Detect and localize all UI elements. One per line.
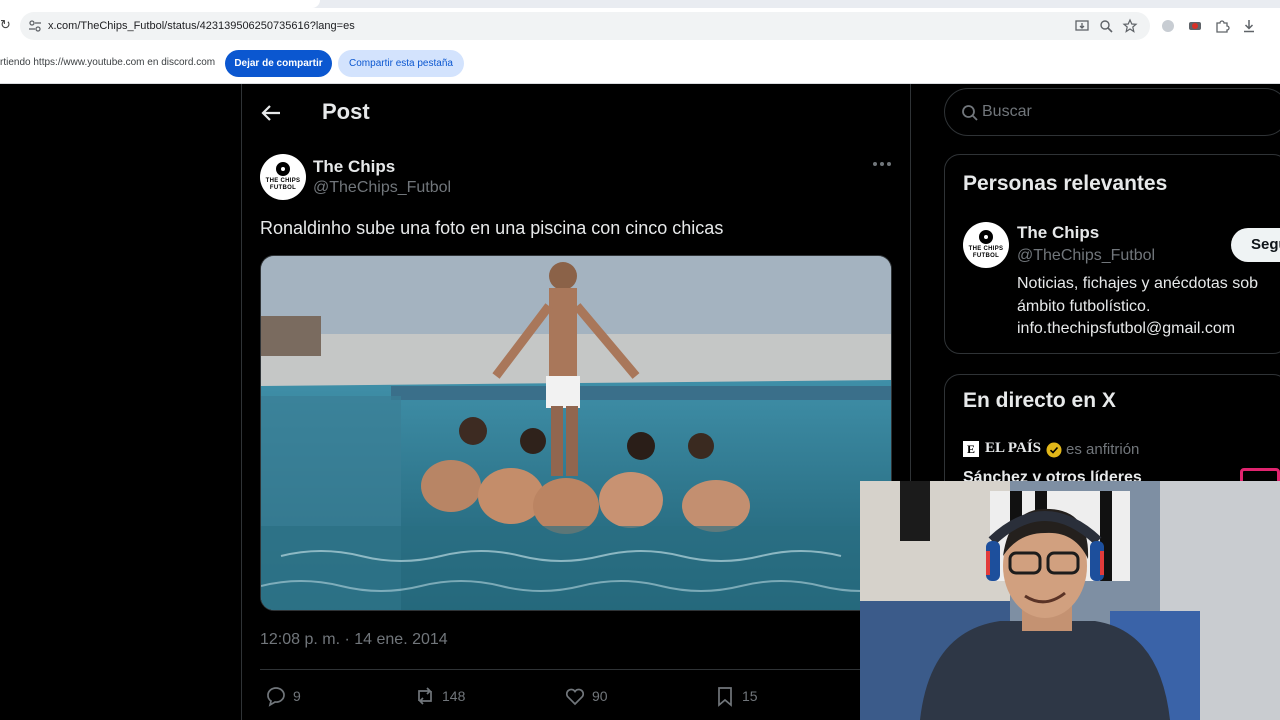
active-tab[interactable] bbox=[0, 0, 320, 8]
url-text[interactable]: x.com/TheChips_Futbol/status/42313950625… bbox=[48, 19, 355, 33]
search-box[interactable]: Buscar bbox=[944, 88, 1280, 136]
host-name[interactable]: EL PAÍS bbox=[985, 440, 1041, 457]
verified-badge-icon bbox=[1046, 442, 1062, 458]
reply-button[interactable]: 9 bbox=[265, 684, 301, 708]
host-role: es anfitrión bbox=[1066, 441, 1140, 458]
follow-button[interactable]: Segu bbox=[1231, 228, 1280, 262]
tab-strip bbox=[0, 0, 1280, 8]
column-border-left bbox=[241, 84, 242, 720]
search-input[interactable]: Buscar bbox=[982, 103, 1032, 121]
reload-icon[interactable]: ↻ bbox=[0, 18, 14, 32]
avatar-logo-text: THE CHIPS FUTBOL bbox=[265, 178, 301, 191]
record-icon[interactable] bbox=[1187, 18, 1203, 34]
download-icon[interactable] bbox=[1241, 18, 1257, 34]
bookmark-count: 15 bbox=[742, 688, 758, 704]
share-status-text: rtiendo https://www.youtube.com en disco… bbox=[0, 57, 216, 68]
webcam-overlay bbox=[860, 481, 1280, 720]
repost-count: 148 bbox=[442, 688, 466, 704]
share-this-tab-button[interactable]: Compartir esta pestaña bbox=[338, 50, 464, 77]
avatar-logo-text: THE CHIPS FUTBOL bbox=[968, 246, 1004, 259]
soccer-ball-icon bbox=[276, 162, 290, 176]
address-bar: ↻ x.com/TheChips_Futbol/status/423139506… bbox=[0, 8, 1280, 44]
relevant-bio: Noticias, fichajes y anécdotas sob ámbit… bbox=[1017, 275, 1259, 337]
zoom-icon[interactable] bbox=[1098, 18, 1114, 34]
pool-photo-image bbox=[261, 256, 891, 610]
divider bbox=[260, 669, 892, 670]
extension-icon[interactable] bbox=[1160, 18, 1176, 34]
post-text: Ronaldinho sube una foto en una piscina … bbox=[260, 218, 724, 238]
more-options-icon[interactable] bbox=[872, 160, 892, 168]
el-pais-logo-icon: E bbox=[963, 441, 979, 457]
relevant-name[interactable]: The Chips bbox=[1017, 223, 1099, 243]
webcam-video-image bbox=[860, 481, 1280, 720]
back-arrow-icon[interactable] bbox=[260, 102, 282, 124]
relevant-handle[interactable]: @TheChips_Futbol bbox=[1017, 247, 1155, 265]
relevant-people-title: Personas relevantes bbox=[963, 172, 1168, 195]
author-name[interactable]: The Chips bbox=[313, 157, 395, 177]
stop-sharing-button[interactable]: Dejar de compartir bbox=[225, 50, 332, 77]
page-title: Post bbox=[322, 99, 370, 124]
like-count: 90 bbox=[592, 688, 608, 704]
relevant-people-card: Personas relevantes THE CHIPS FUTBOL The… bbox=[944, 154, 1280, 354]
post-timestamp[interactable]: 12:08 p. m. · 14 ene. 2014 bbox=[260, 631, 448, 649]
bookmark-star-icon[interactable] bbox=[1122, 18, 1138, 34]
heart-icon bbox=[565, 688, 585, 706]
omnibox[interactable]: x.com/TheChips_Futbol/status/42313950625… bbox=[20, 12, 1150, 40]
repost-button[interactable]: 148 bbox=[414, 684, 465, 708]
repost-icon bbox=[418, 687, 432, 705]
live-title: En directo en X bbox=[963, 389, 1116, 412]
relevant-avatar[interactable]: THE CHIPS FUTBOL bbox=[963, 222, 1009, 268]
soccer-ball-icon bbox=[979, 230, 993, 244]
avatar[interactable]: THE CHIPS FUTBOL bbox=[260, 154, 306, 200]
screen-share-bar: rtiendo https://www.youtube.com en disco… bbox=[0, 44, 1280, 84]
reply-icon bbox=[267, 687, 285, 707]
author-handle[interactable]: @TheChips_Futbol bbox=[313, 179, 451, 197]
like-button[interactable]: 90 bbox=[564, 684, 608, 708]
site-settings-icon[interactable] bbox=[28, 19, 42, 33]
install-icon[interactable] bbox=[1074, 18, 1090, 34]
puzzle-icon[interactable] bbox=[1214, 18, 1230, 34]
post-photo[interactable] bbox=[260, 255, 892, 611]
search-icon bbox=[962, 105, 978, 121]
bookmark-icon bbox=[718, 687, 732, 707]
reply-count: 9 bbox=[293, 688, 301, 704]
bookmark-button[interactable]: 15 bbox=[714, 684, 758, 708]
